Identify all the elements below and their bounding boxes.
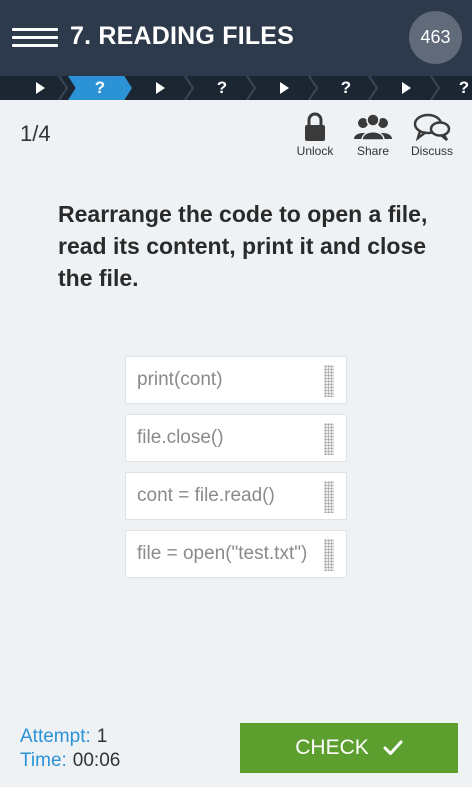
unlock-label: Unlock (296, 144, 334, 158)
share-button[interactable]: Share (343, 112, 403, 162)
unlock-button[interactable]: Unlock (285, 112, 345, 162)
play-icon (35, 82, 45, 94)
attempt-stats: Attempt: 1 Time: 00:06 (20, 725, 120, 773)
lock-icon (305, 112, 325, 141)
share-label: Share (356, 144, 390, 158)
code-block[interactable]: print(cont) (125, 356, 347, 404)
discuss-button[interactable]: Discuss (402, 112, 462, 162)
time-value: 00:06 (72, 750, 121, 771)
code-block[interactable]: file = open("test.txt") (125, 530, 347, 578)
code-block-text: print(cont) (137, 369, 223, 390)
xp-badge[interactable]: 463 (409, 11, 462, 64)
play-icon (401, 82, 411, 94)
menu-icon[interactable] (12, 28, 58, 50)
code-block[interactable]: cont = file.read() (125, 472, 347, 520)
progress-separator (246, 76, 256, 100)
drag-handle-icon[interactable] (324, 423, 334, 455)
progress-separator (308, 76, 318, 100)
drag-handle-icon[interactable] (324, 481, 334, 513)
code-block-text: file.close() (137, 427, 224, 448)
checkmark-icon (383, 740, 403, 755)
chat-bubbles-icon (413, 113, 451, 142)
users-icon (354, 113, 392, 141)
question-text: Rearrange the code to open a file, read … (58, 201, 428, 291)
progress-step-1[interactable] (0, 76, 80, 100)
app-header: 7. READING FILES 463 (0, 0, 472, 76)
drag-handle-icon[interactable] (324, 539, 334, 571)
play-icon (279, 82, 289, 94)
code-block[interactable]: file.close() (125, 414, 347, 462)
progress-separator (184, 76, 194, 100)
attempt-value: 1 (96, 726, 108, 747)
code-block-text: file = open("test.txt") (137, 543, 308, 564)
discuss-label: Discuss (410, 144, 453, 158)
time-label: Time: (20, 750, 67, 771)
code-block-text: cont = file.read() (137, 485, 275, 506)
progress-step-2[interactable]: ? (68, 76, 132, 100)
check-button-label: CHECK (295, 736, 369, 759)
progress-separator (58, 76, 68, 100)
play-icon (155, 82, 165, 94)
attempt-label: Attempt: (20, 726, 91, 747)
progress-separator (430, 76, 440, 100)
check-button[interactable]: CHECK (240, 723, 458, 773)
lesson-progress: ? ? ? ? (0, 76, 472, 100)
question-counter: 1/4 (20, 121, 51, 146)
progress-separator (368, 76, 378, 100)
page-title: 7. READING FILES (70, 22, 295, 50)
drag-handle-icon[interactable] (324, 365, 334, 397)
